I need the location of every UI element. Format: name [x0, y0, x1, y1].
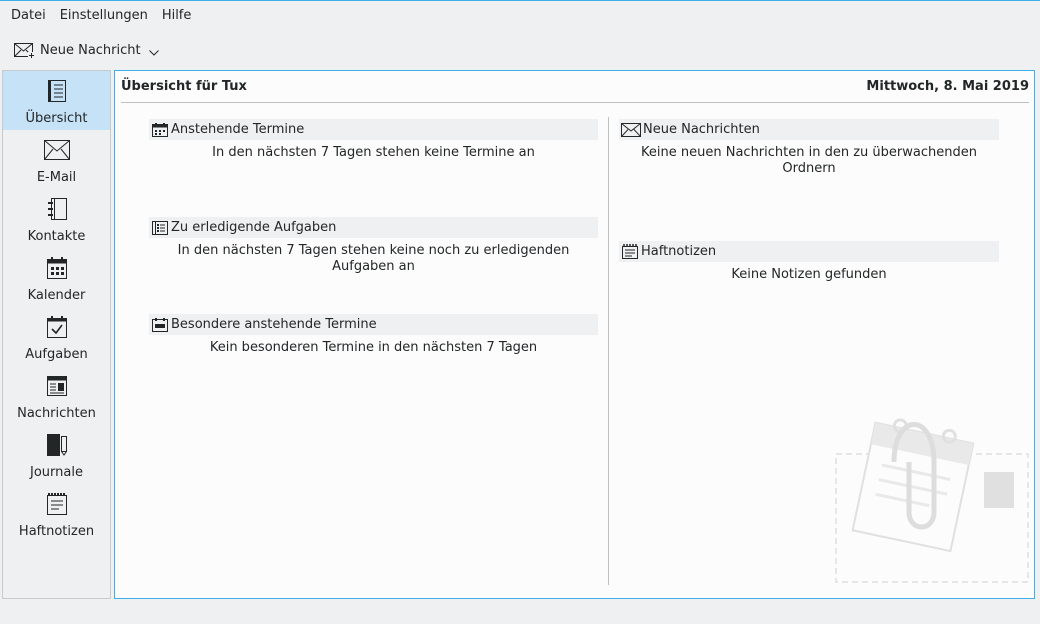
special-dates-icon — [151, 317, 171, 333]
section-text: Keine neuen Nachrichten in den zu überwa… — [641, 145, 977, 176]
sidebar-item-label: Journale — [30, 465, 83, 480]
sidebar-item-label: Nachrichten — [17, 406, 96, 421]
section-header[interactable]: Zu erledigende Aufgaben — [149, 217, 598, 238]
section-text: Keine Notizen gefunden — [731, 267, 887, 282]
mail-new-icon — [14, 42, 35, 59]
section-title[interactable]: Neue Nachrichten — [643, 122, 760, 137]
section-title[interactable]: Besondere anstehende Termine — [171, 317, 377, 332]
new-message-button[interactable]: Neue Nachricht — [12, 40, 161, 61]
toolbar: Neue Nachricht — [0, 36, 161, 64]
sidebar-item-nachrichten[interactable]: Nachrichten — [3, 366, 110, 425]
new-messages-section: Neue Nachrichten Keine neuen Nachrichten… — [619, 119, 999, 177]
menu-datei[interactable]: Datei — [0, 3, 54, 29]
envelope-icon — [43, 138, 71, 162]
sidebar-item-aufgaben[interactable]: Aufgaben — [3, 307, 110, 366]
header-divider — [121, 102, 1029, 103]
menu-einstellungen[interactable]: Einstellungen — [54, 3, 156, 29]
sidebar-item-label: Kalender — [27, 288, 86, 303]
section-header[interactable]: Neue Nachrichten — [619, 119, 999, 140]
summary-icon — [46, 79, 68, 103]
sticky-note-icon — [621, 243, 641, 260]
section-text: In den nächsten 7 Tagen stehen keine noc… — [177, 243, 570, 274]
sidebar-item-label: Haftnotizen — [18, 524, 95, 539]
chevron-down-icon[interactable] — [148, 50, 159, 56]
sidebar-item-label: E-Mail — [36, 170, 77, 185]
task-list-icon — [151, 220, 171, 236]
sticky-note-icon — [46, 492, 68, 516]
section-title[interactable]: Haftnotizen — [641, 244, 716, 259]
sidebar-item-journale[interactable]: Journale — [3, 425, 110, 484]
newspaper-icon — [46, 374, 68, 398]
section-header[interactable]: Haftnotizen — [619, 241, 999, 262]
todo-section: Zu erledigende Aufgaben In den nächsten … — [149, 217, 598, 275]
kontact-watermark-icon — [834, 402, 1030, 592]
sidebar: Übersicht E-Mail Kontakte Kalender Aufga… — [2, 70, 111, 599]
window-accent-line — [0, 0, 1040, 1]
menubar: Datei Einstellungen Hilfe — [0, 3, 199, 29]
column-divider — [608, 117, 609, 585]
section-text: In den nächsten 7 Tagen stehen keine Ter… — [212, 145, 535, 160]
page-title: Übersicht für Tux — [121, 79, 247, 94]
current-date: Mittwoch, 8. Mai 2019 — [866, 79, 1029, 94]
journal-icon — [45, 433, 69, 457]
section-header[interactable]: Besondere anstehende Termine — [149, 314, 598, 335]
calendar-icon — [151, 122, 171, 138]
section-text: Kein besonderen Termine in den nächsten … — [209, 340, 538, 355]
sidebar-item-haftnotizen[interactable]: Haftnotizen — [3, 484, 110, 543]
menu-hilfe[interactable]: Hilfe — [156, 3, 200, 29]
section-title[interactable]: Anstehende Termine — [171, 122, 304, 137]
sidebar-item-label: Übersicht — [25, 111, 88, 126]
sidebar-item-label: Kontakte — [27, 229, 86, 244]
sidebar-item-kontakte[interactable]: Kontakte — [3, 189, 110, 248]
upcoming-events-section: Anstehende Termine In den nächsten 7 Tag… — [149, 119, 598, 161]
task-checkbox-icon — [46, 315, 68, 339]
section-header[interactable]: Anstehende Termine — [149, 119, 598, 140]
address-book-icon — [46, 197, 68, 221]
sidebar-item-label: Aufgaben — [25, 347, 88, 362]
sidebar-item-uebersicht[interactable]: Übersicht — [3, 71, 110, 130]
sidebar-item-email[interactable]: E-Mail — [3, 130, 110, 189]
special-dates-section: Besondere anstehende Termine Kein besond… — [149, 314, 598, 356]
summary-view: Übersicht für Tux Mittwoch, 8. Mai 2019 … — [114, 70, 1035, 599]
calendar-icon — [46, 256, 68, 280]
new-message-label: Neue Nachricht — [40, 42, 141, 58]
sticky-notes-section: Haftnotizen Keine Notizen gefunden — [619, 241, 999, 283]
sidebar-item-kalender[interactable]: Kalender — [3, 248, 110, 307]
section-title[interactable]: Zu erledigende Aufgaben — [171, 220, 336, 235]
envelope-icon — [621, 122, 643, 138]
